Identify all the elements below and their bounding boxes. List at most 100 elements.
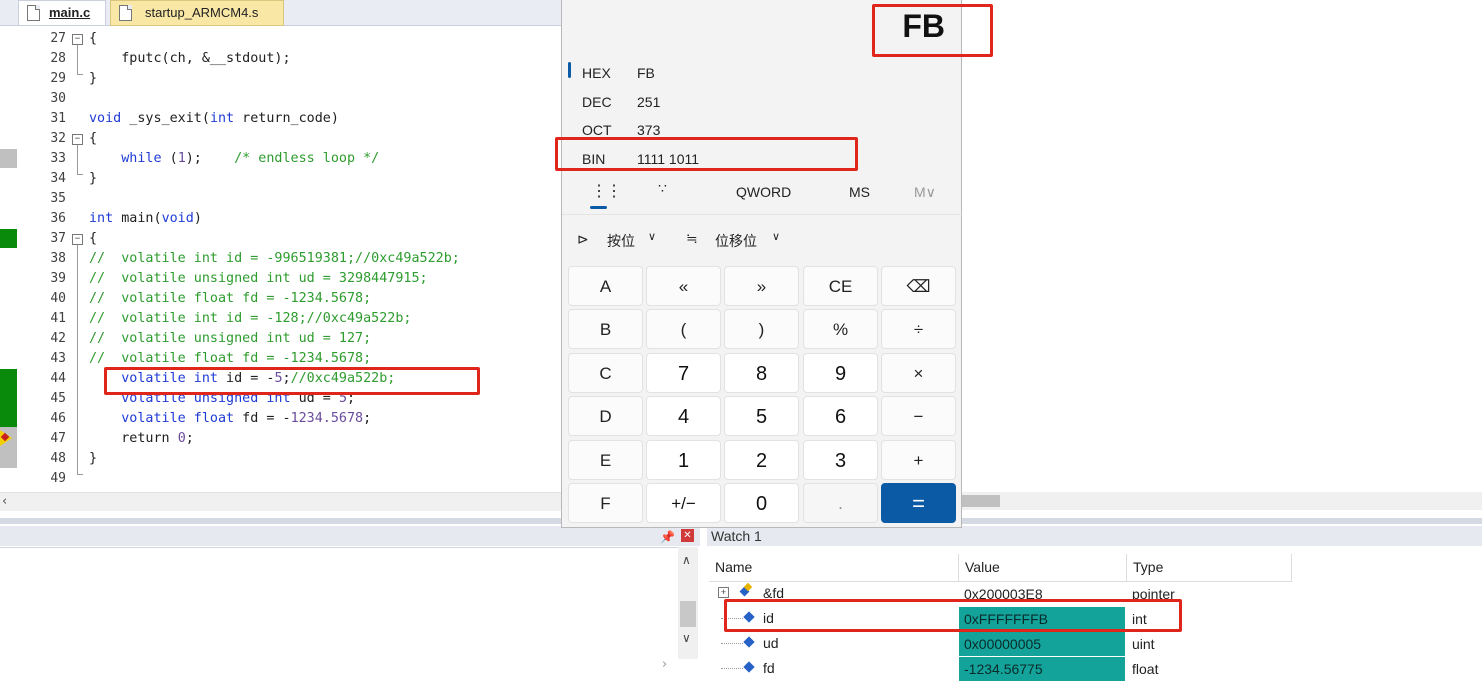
expand-toggle-icon[interactable]: + [718, 587, 729, 598]
base-label: HEX [582, 65, 611, 81]
fold-toggle-icon[interactable]: − [72, 34, 83, 45]
code-keyword: int [209, 111, 235, 126]
code-keyword: while [121, 151, 162, 166]
word-size-button[interactable]: QWORD [736, 184, 791, 200]
code-text: ; [282, 371, 291, 386]
watch-row[interactable]: + &fd 0x200003E8 pointer [709, 582, 1292, 607]
code-line-45: volatile unsigned int ud = 5; [89, 391, 355, 406]
output-horizontal-scrollbar[interactable]: › [0, 657, 698, 677]
code-line-41: // volatile int id = -128;//0xc49a522b; [89, 311, 412, 326]
line-number: 28 [50, 51, 66, 66]
gutter-marker-executed [0, 369, 17, 427]
memory-dropdown-button[interactable]: M∨ [914, 184, 936, 201]
base-row-bin[interactable]: BIN 1111 1011 [562, 144, 962, 172]
key-8[interactable]: 8 [724, 353, 799, 393]
key-close-paren[interactable]: ) [724, 309, 799, 349]
key-multiply[interactable]: × [881, 353, 956, 393]
key-divide[interactable]: ÷ [881, 309, 956, 349]
key-subtract[interactable]: − [881, 396, 956, 436]
scrollbar-thumb[interactable] [680, 601, 696, 627]
memory-store-button[interactable]: MS [849, 184, 870, 200]
output-vertical-scrollbar[interactable]: ∧ ∨ [678, 547, 698, 659]
base-row-oct[interactable]: OCT 373 [562, 115, 962, 143]
key-c[interactable]: C [568, 353, 643, 393]
key-negate[interactable]: +/− [646, 483, 721, 523]
scroll-right-icon[interactable]: › [662, 657, 667, 672]
calculator-window: FB HEX FB DEC 251 OCT 373 BIN 1111 1011 … [561, 0, 962, 528]
tab-main-c[interactable]: main.c [18, 0, 106, 25]
watch-name: &fd [763, 585, 785, 601]
editor-horizontal-scrollbar[interactable]: ‹ [0, 492, 562, 511]
key-decimal[interactable]: . [803, 483, 878, 523]
watch-value[interactable]: 0x200003E8 [959, 582, 1125, 606]
base-value: FB [637, 65, 655, 81]
tab-startup-armcm4[interactable]: startup_ARMCM4.s [110, 0, 284, 26]
key-left-shift[interactable]: « [646, 266, 721, 306]
base-row-hex[interactable]: HEX FB [562, 58, 962, 86]
key-equals[interactable]: = [881, 483, 956, 523]
calculator-display: FB [902, 8, 945, 44]
key-f[interactable]: F [568, 483, 643, 523]
fold-toggle-icon[interactable]: − [72, 234, 83, 245]
key-5[interactable]: 5 [724, 396, 799, 436]
scroll-down-icon[interactable]: ∨ [682, 631, 691, 645]
key-4[interactable]: 4 [646, 396, 721, 436]
key-0[interactable]: 0 [724, 483, 799, 523]
watch-row[interactable]: fd -1234.56775 float [709, 657, 1292, 682]
scroll-left-icon[interactable]: ‹ [2, 494, 7, 509]
bitwise-dropdown[interactable]: 按位 [607, 231, 635, 251]
watch-column-headers: Name Value Type [709, 554, 1292, 582]
key-clear-entry[interactable]: CE [803, 266, 878, 306]
fold-toggle-icon[interactable]: − [72, 134, 83, 145]
watch-value[interactable]: 0x00000005 [959, 632, 1125, 656]
pin-icon[interactable]: 📌 [660, 530, 675, 544]
code-text: return_code) [234, 111, 339, 126]
column-header-name[interactable]: Name [709, 554, 959, 581]
key-2[interactable]: 2 [724, 440, 799, 480]
line-number: 35 [50, 191, 66, 206]
horizontal-scrollbar[interactable] [962, 492, 1482, 510]
watch-value[interactable]: -1234.56775 [959, 657, 1125, 681]
base-label: OCT [582, 122, 612, 138]
full-keypad-icon[interactable]: ⋮⋮ [591, 181, 622, 201]
tab-label: startup_ARMCM4.s [145, 5, 259, 20]
key-b[interactable]: B [568, 309, 643, 349]
fold-guide [77, 145, 78, 174]
code-line-36: int main(void) [89, 211, 202, 226]
key-e[interactable]: E [568, 440, 643, 480]
code-editor[interactable]: 27 28 29 30 31 32 33 34 35 36 37 38 39 4… [0, 28, 562, 490]
close-icon[interactable]: ✕ [681, 529, 694, 542]
key-7[interactable]: 7 [646, 353, 721, 393]
watch-row[interactable]: id 0xFFFFFFFB int [709, 607, 1292, 632]
pointer-variable-icon [739, 582, 753, 598]
base-value: 373 [637, 122, 661, 138]
bitshift-dropdown[interactable]: 位移位 [715, 231, 757, 251]
code-text: ; [185, 431, 194, 446]
bit-toggle-keypad-icon[interactable]: ∵ [658, 180, 667, 197]
key-a[interactable]: A [568, 266, 643, 306]
code-number: 0 [177, 431, 186, 446]
line-number: 42 [50, 331, 66, 346]
key-3[interactable]: 3 [803, 440, 878, 480]
key-1[interactable]: 1 [646, 440, 721, 480]
line-number: 40 [50, 291, 66, 306]
watch-value[interactable]: 0xFFFFFFFB [959, 607, 1125, 631]
key-percent[interactable]: % [803, 309, 878, 349]
scrollbar-thumb[interactable] [962, 495, 1000, 507]
watch-window-title: Watch 1 [707, 526, 1482, 546]
key-d[interactable]: D [568, 396, 643, 436]
key-6[interactable]: 6 [803, 396, 878, 436]
key-open-paren[interactable]: ( [646, 309, 721, 349]
watch-row[interactable]: ud 0x00000005 uint [709, 632, 1292, 657]
base-row-dec[interactable]: DEC 251 [562, 87, 962, 115]
code-line-39: // volatile unsigned int ud = 3298447915… [89, 271, 428, 286]
key-add[interactable]: + [881, 440, 956, 480]
key-9[interactable]: 9 [803, 353, 878, 393]
code-line-48: } [89, 451, 98, 466]
key-right-shift[interactable]: » [724, 266, 799, 306]
scroll-up-icon[interactable]: ∧ [682, 553, 691, 567]
column-header-type[interactable]: Type [1127, 554, 1292, 581]
key-backspace[interactable]: ⌫ [881, 266, 956, 306]
column-header-value[interactable]: Value [959, 554, 1127, 581]
